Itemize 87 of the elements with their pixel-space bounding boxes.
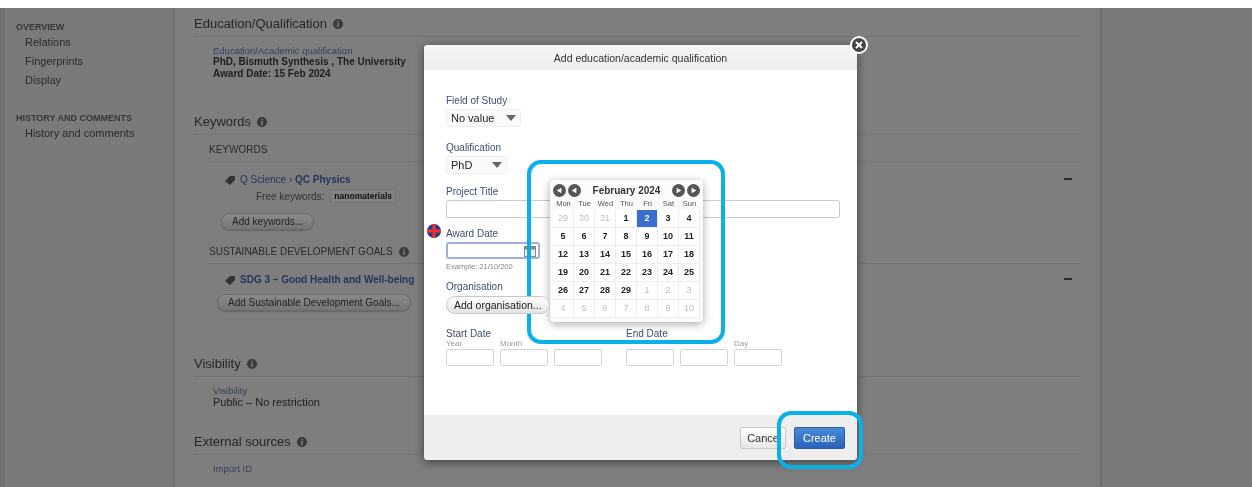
section-heading: Keywords [194, 114, 252, 129]
date-field[interactable] [680, 349, 728, 366]
field-label: Project Title [446, 186, 499, 197]
field-of-study-dropdown[interactable]: No value [446, 109, 522, 127]
subsection-heading: SUSTAINABLE DEVELOPMENT GOALS [209, 246, 393, 257]
add-organisation-button[interactable]: Add organisation... [446, 296, 550, 314]
info-icon[interactable] [257, 116, 268, 127]
qualification-text: PhD, Bismuth Synthesis , The University [213, 56, 406, 68]
calendar-day[interactable]: 20 [574, 264, 595, 282]
calendar-day[interactable]: 29 [616, 282, 637, 300]
date-field[interactable] [500, 349, 548, 366]
field-label: Qualification [446, 142, 502, 153]
calendar-day[interactable]: 6 [574, 228, 595, 246]
calendar-day[interactable]: 2 [637, 210, 658, 228]
field-label: Organisation [446, 281, 503, 292]
date-field[interactable] [554, 349, 602, 366]
month-title: February 2024 [591, 184, 662, 196]
next-icon[interactable] [687, 183, 700, 197]
flag-icon [427, 224, 441, 238]
calendar-day[interactable]: 5 [553, 228, 574, 246]
calendar-day[interactable]: 22 [616, 264, 637, 282]
create-button[interactable]: Create [793, 426, 845, 449]
calendar-day[interactable]: 9 [637, 228, 658, 246]
calendar-day[interactable]: 7 [595, 228, 616, 246]
field-label: Day [734, 339, 749, 349]
sidebar-heading: OVERVIEW [16, 22, 65, 32]
info-icon[interactable] [333, 18, 343, 29]
calendar-day[interactable]: 19 [553, 264, 574, 282]
calendar-day[interactable]: 16 [637, 246, 658, 264]
info-icon[interactable] [296, 436, 307, 447]
keyword-field[interactable]: nanomaterials [330, 189, 396, 203]
calendar-day[interactable]: 11 [679, 228, 700, 246]
calendar-day[interactable]: 28 [595, 282, 616, 300]
next-icon[interactable] [672, 183, 685, 197]
calendar-day[interactable]: 4 [679, 210, 700, 228]
section-heading: Education/Qualification [194, 16, 327, 31]
add-keywords-button[interactable]: Add keywords... [221, 213, 315, 230]
calendar-day[interactable]: 17 [658, 246, 679, 264]
calendar-day[interactable]: 3 [658, 210, 679, 228]
award-date-field[interactable] [446, 242, 540, 259]
caret-icon [492, 162, 503, 168]
section-heading: Visibility [194, 356, 241, 371]
qualification-dropdown[interactable]: PhD [446, 156, 508, 174]
field-label: Free keywords: [256, 190, 325, 202]
info-icon[interactable] [398, 246, 409, 257]
previous-icon[interactable] [553, 183, 566, 197]
field-label: Year [446, 339, 463, 349]
add-goals-button[interactable]: Add Sustainable Development Goals... [217, 294, 411, 311]
subsection-heading: KEYWORDS [209, 144, 268, 155]
field-label: End Date [626, 328, 668, 339]
calendar-day[interactable]: 23 [637, 264, 658, 282]
cancel-button[interactable]: Cance [740, 426, 786, 449]
calendar-day[interactable]: 25 [679, 264, 700, 282]
info-icon[interactable] [246, 358, 257, 369]
calendar-day[interactable]: 1 [616, 210, 637, 228]
calendar-day[interactable]: 15 [616, 246, 637, 264]
previous-icon[interactable] [568, 183, 581, 197]
field-label: Award Date [446, 228, 499, 239]
calendar-day[interactable]: 27 [574, 282, 595, 300]
tag-icon [224, 174, 236, 185]
calendar-day[interactable]: 18 [679, 246, 700, 264]
tag-icon [224, 274, 236, 285]
calendar-day[interactable]: 26 [553, 282, 574, 300]
field-label: Start Date [446, 328, 492, 339]
caret-icon [506, 115, 517, 121]
field-label: Education/Academic qualification [213, 45, 353, 56]
date-field[interactable] [626, 349, 674, 366]
close-icon[interactable] [850, 36, 868, 54]
calendar-day[interactable]: 12 [553, 246, 574, 264]
field-label: Field of Study [446, 95, 508, 106]
date-field[interactable] [446, 349, 494, 366]
calendar-day[interactable]: 24 [658, 264, 679, 282]
sidebar-heading: HISTORY AND COMMENTS [16, 113, 132, 123]
calendar-day[interactable]: 8 [616, 228, 637, 246]
field-label: Import ID [213, 463, 253, 474]
calendar-day[interactable]: 13 [574, 246, 595, 264]
calendar-day[interactable]: 14 [595, 246, 616, 264]
visibility-value: Public – No restriction [213, 396, 320, 408]
dialog-title: Add education/academic qualification [553, 51, 728, 64]
calendar-day[interactable]: 21 [595, 264, 616, 282]
section-heading: External sources [194, 434, 291, 449]
calendar-day[interactable]: 10 [658, 228, 679, 246]
field-label: Month [500, 339, 523, 349]
qualification-text: Award Date: 15 Feb 2024 [213, 68, 331, 80]
field-label: Visibility [213, 385, 248, 396]
date-field[interactable] [734, 349, 782, 366]
calendar-icon[interactable] [524, 244, 536, 257]
